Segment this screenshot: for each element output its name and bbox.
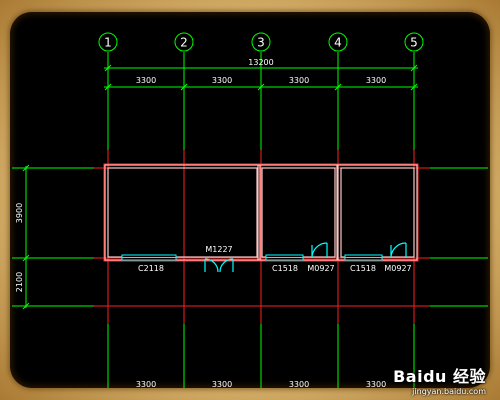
axis-label-4: 4	[334, 36, 342, 50]
vertical-dim-1: 3900	[15, 203, 24, 223]
axis-label-5: 5	[410, 36, 418, 50]
span-dim-1: 3300	[136, 76, 156, 85]
door-m0927-a	[311, 242, 328, 259]
cad-drawing-canvas: 1 2 3 4 5 13200 3300 3300 3300 3300 3900…	[10, 12, 490, 388]
watermark-url: jingyan.baidu.com	[412, 387, 486, 396]
label-m0927-b: M0927	[384, 264, 411, 273]
baidu-jingyan-watermark: Baidu 经验 jingyan.baidu.com	[393, 363, 486, 396]
door-m0927-b	[390, 242, 407, 259]
total-dimension: 13200	[248, 58, 273, 67]
axis-label-1: 1	[104, 36, 112, 50]
bottom-span-dim-2: 3300	[212, 380, 232, 388]
floor-plan-drawing: 1 2 3 4 5 13200 3300 3300 3300 3300 3900…	[12, 32, 488, 388]
vertical-dim-2: 2100	[15, 272, 24, 292]
span-dim-4: 3300	[366, 76, 386, 85]
bottom-span-dim-4: 3300	[366, 380, 386, 388]
axis-label-2: 2	[180, 36, 188, 50]
label-m0927-a: M0927	[307, 264, 334, 273]
label-c2118: C2118	[138, 264, 164, 273]
room-1-outline	[104, 164, 261, 261]
room-2-outline	[257, 164, 339, 261]
watermark-brand: Baidu 经验	[393, 367, 486, 386]
axis-bubbles: 1 2 3 4 5	[98, 32, 424, 52]
bottom-span-dim-3: 3300	[289, 380, 309, 388]
label-m1227: M1227	[205, 245, 232, 254]
span-dim-3: 3300	[289, 76, 309, 85]
label-c1518-b: C1518	[350, 264, 376, 273]
room-3-outline	[336, 164, 418, 261]
label-c1518-a: C1518	[272, 264, 298, 273]
axis-label-3: 3	[257, 36, 265, 50]
span-dim-2: 3300	[212, 76, 232, 85]
bottom-span-dim-1: 3300	[136, 380, 156, 388]
